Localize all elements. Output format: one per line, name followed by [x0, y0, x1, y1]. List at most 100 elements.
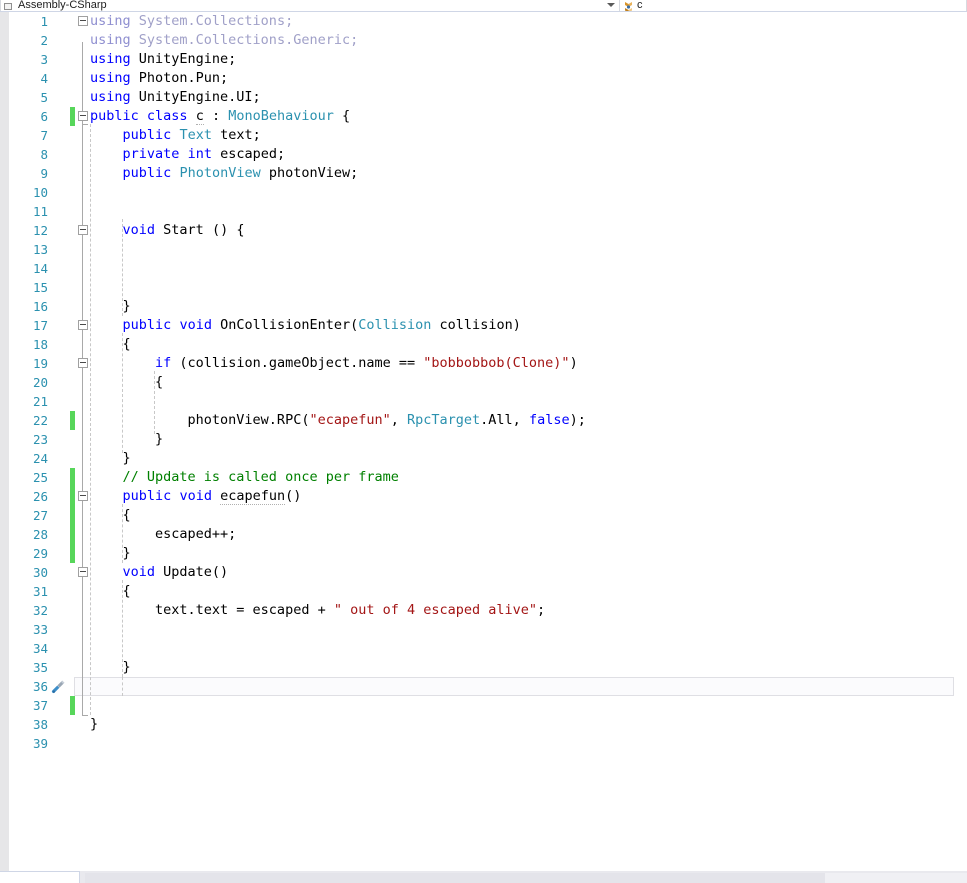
code-line[interactable]: 32 text.text = escaped + " out of 4 esca… [9, 601, 967, 620]
outlining-toggle[interactable] [78, 358, 88, 368]
code-text: public void OnCollisionEnter(Collision c… [122, 317, 521, 333]
code-line[interactable]: 8 private int escaped; [9, 145, 967, 164]
code-line[interactable]: 30 void Update() [9, 563, 967, 582]
line-number: 32 [32, 603, 48, 618]
change-bar [70, 411, 75, 430]
line-number: 13 [32, 242, 48, 257]
code-line[interactable]: 5 using UnityEngine.UI; [9, 88, 967, 107]
code-line[interactable]: 29 } [9, 544, 967, 563]
line-number: 38 [32, 717, 48, 732]
line-number: 6 [40, 109, 48, 124]
project-selector-label: Assembly-CSharp [18, 0, 107, 11]
code-text: { [90, 583, 131, 599]
code-editor-surface[interactable]: 1 using System.Collections; 2 using System.… [9, 12, 967, 871]
code-line[interactable]: 35 } [9, 658, 967, 677]
line-number: 30 [32, 565, 48, 580]
code-text: using UnityEngine.UI; [90, 89, 261, 105]
change-bar [70, 544, 75, 563]
code-line[interactable]: 21 [9, 392, 967, 411]
code-line[interactable]: 37 [9, 696, 967, 715]
line-number: 36 [32, 679, 48, 694]
code-text: public class c : MonoBehaviour { [90, 108, 351, 125]
line-number: 1 [40, 14, 48, 29]
line-number: 28 [32, 527, 48, 542]
outlining-toggle[interactable] [78, 567, 88, 577]
change-bar [70, 487, 75, 506]
code-line[interactable]: 15 [9, 278, 967, 297]
horizontal-scrollbar-track[interactable] [85, 873, 967, 883]
line-number: 7 [40, 128, 48, 143]
line-number: 2 [40, 33, 48, 48]
code-line[interactable]: 34 [9, 639, 967, 658]
line-number: 33 [32, 622, 48, 637]
outlining-toggle[interactable] [78, 225, 88, 235]
code-text: { [90, 507, 131, 523]
code-line[interactable]: 20 { [9, 373, 967, 392]
code-line[interactable]: 19 if (collision.gameObject.name == "bob… [9, 354, 967, 373]
line-number: 24 [32, 451, 48, 466]
code-line[interactable]: 10 [9, 183, 967, 202]
project-selector-combobox[interactable]: Assembly-CSharp [0, 0, 620, 11]
code-line[interactable]: 16 } [9, 297, 967, 316]
code-line[interactable]: 23 } [9, 430, 967, 449]
code-text: } [90, 450, 131, 466]
code-line[interactable]: 24 } [9, 449, 967, 468]
chevron-down-icon[interactable] [607, 3, 615, 7]
line-number: 4 [40, 71, 48, 86]
code-line[interactable]: 39 [9, 734, 967, 753]
code-line[interactable]: 26 public void ecapefun() [9, 487, 967, 506]
code-text: public void ecapefun() [122, 488, 302, 505]
code-line[interactable]: 28 escaped++; [9, 525, 967, 544]
line-number: 31 [32, 584, 48, 599]
line-number: 12 [32, 223, 48, 238]
line-number: 26 [32, 489, 48, 504]
line-number: 8 [40, 147, 48, 162]
code-line[interactable]: 9 public PhotonView photonView; [9, 164, 967, 183]
code-line[interactable]: 2 using System.Collections.Generic; [9, 31, 967, 50]
code-text: using Photon.Pun; [90, 70, 229, 86]
code-line[interactable]: 22 photonView.RPC("ecapefun", RpcTarget.… [9, 411, 967, 430]
code-line[interactable]: 7 public Text text; [9, 126, 967, 145]
line-number: 21 [32, 394, 48, 409]
line-number: 29 [32, 546, 48, 561]
line-number: 16 [32, 299, 48, 314]
change-bar [70, 696, 75, 715]
code-text: photonView.RPC("ecapefun", RpcTarget.All… [90, 412, 586, 428]
horizontal-scrollbar-thumb[interactable] [85, 873, 825, 883]
code-line[interactable]: 27 { [9, 506, 967, 525]
code-line[interactable]: 25 // Update is called once per frame [9, 468, 967, 487]
code-line[interactable]: 6 public class c : MonoBehaviour { [9, 107, 967, 126]
code-line[interactable]: 12 void Start () { [9, 221, 967, 240]
code-line[interactable]: 13 [9, 240, 967, 259]
project-icon [3, 1, 15, 11]
code-line[interactable]: 1 using System.Collections; [9, 12, 967, 31]
code-text: text.text = escaped + " out of 4 escaped… [90, 602, 546, 618]
outlining-toggle[interactable] [78, 320, 88, 330]
code-text: if (collision.gameObject.name == "bobbob… [155, 355, 578, 371]
line-number: 39 [32, 736, 48, 751]
code-line[interactable]: 11 [9, 202, 967, 221]
code-text: { [90, 374, 164, 390]
line-number: 10 [32, 185, 48, 200]
code-text: { [90, 336, 131, 352]
code-line[interactable]: 38} [9, 715, 967, 734]
code-line[interactable]: 4 using Photon.Pun; [9, 69, 967, 88]
horizontal-scrollbar[interactable] [0, 871, 967, 883]
outlining-toggle[interactable] [78, 491, 88, 501]
member-selector-combobox[interactable]: c [620, 0, 967, 11]
outlining-toggle[interactable] [78, 16, 88, 26]
member-selector-label: c [637, 0, 643, 11]
code-line[interactable]: 18 { [9, 335, 967, 354]
line-number: 20 [32, 375, 48, 390]
code-text: public Text text; [122, 127, 261, 143]
line-number: 3 [40, 52, 48, 67]
code-line[interactable]: 17 public void OnCollisionEnter(Collisio… [9, 316, 967, 335]
change-bar [70, 506, 75, 525]
code-line[interactable]: 31 { [9, 582, 967, 601]
change-bar [70, 107, 75, 126]
outlining-toggle[interactable] [78, 111, 88, 121]
code-line[interactable]: 14 [9, 259, 967, 278]
code-line[interactable]: 33 [9, 620, 967, 639]
code-line[interactable]: 36 [9, 677, 967, 696]
code-line[interactable]: 3 using UnityEngine; [9, 50, 967, 69]
